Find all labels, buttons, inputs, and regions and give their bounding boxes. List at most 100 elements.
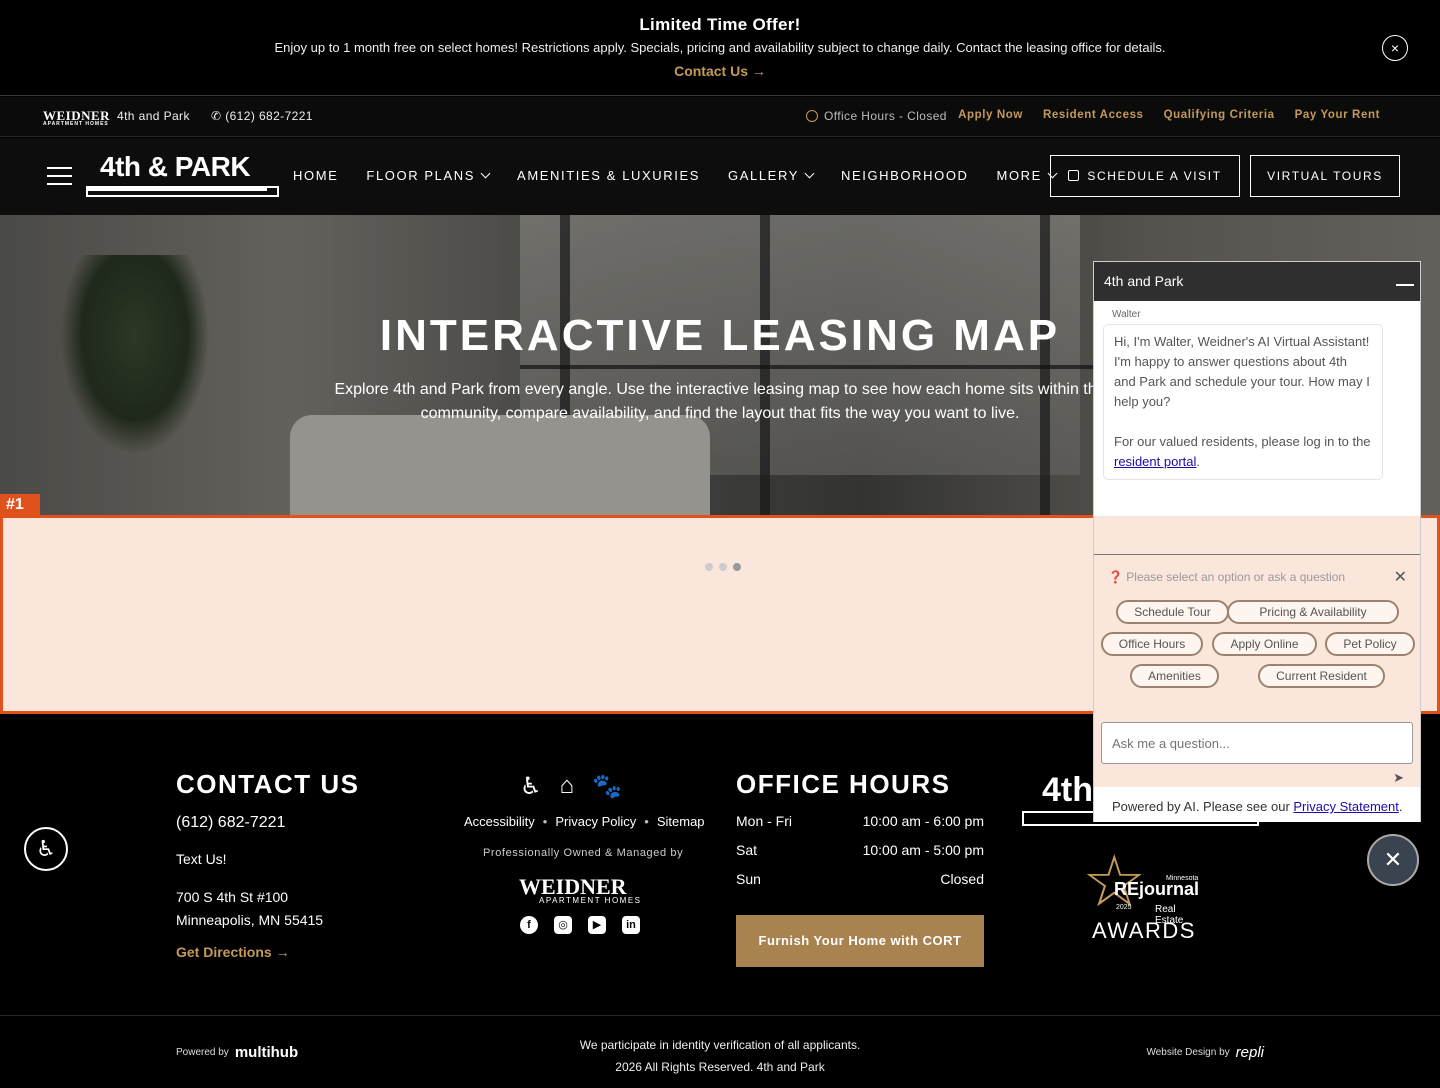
close-icon[interactable]: ✕ [1394,567,1407,587]
resident-access-link[interactable]: Resident Access [1043,109,1144,121]
chat-footer: Powered by AI. Please see our Privacy St… [1094,787,1420,822]
privacy-policy-link[interactable]: Privacy Policy [555,814,636,829]
hours-row: Mon - Fri 10:00 am - 6:00 pm [736,813,984,842]
chat-bubble: Hi, I'm Walter, Weidner's AI Virtual Ass… [1103,324,1383,480]
close-icon[interactable]: × [1382,35,1408,61]
nav-links: HOME FLOOR PLANS AMENITIES & LUXURIES GA… [293,168,1084,183]
office-hours-text: Office Hours - Closed [824,109,947,123]
property-name-link[interactable]: 4th and Park [117,109,190,123]
instagram-icon[interactable]: ◎ [554,916,572,934]
office-hours-table: Mon - Fri 10:00 am - 6:00 pm Sat 10:00 am … [736,813,984,900]
map-badge: #1 [0,494,40,516]
chat-sender: Walter [1112,309,1141,320]
rejournal-award-badge: ☆ Minnesota REjournal 2025 Real Estate A… [1082,842,1200,943]
option-office-hours[interactable]: Office Hours [1101,632,1203,656]
promo-text: Enjoy up to 1 month free on select homes… [274,40,1166,55]
managed-by-text: Professionally Owned & Managed by [483,847,684,859]
main-nav: 4th & PARK HOME FLOOR PLANS AMENITIES & … [0,138,1440,215]
phone-link[interactable]: ✆ (612) 682-7221 [211,109,313,123]
option-apply-online[interactable]: Apply Online [1212,632,1317,656]
option-schedule-tour[interactable]: Schedule Tour [1116,600,1229,624]
hero-description: Explore 4th and Park from every angle. U… [334,381,1106,422]
nav-more[interactable]: MORE [996,168,1058,183]
hours-day: Sun [736,871,761,887]
chat-close-icon[interactable]: ✕ [1367,834,1419,886]
weidner-logo[interactable]: WEIDNER APARTMENT HOMES [43,108,110,127]
utility-bar: WEIDNER APARTMENT HOMES 4th and Park ✆ (… [0,97,1440,137]
nav-home[interactable]: HOME [293,168,338,183]
brand-logo-bar [86,186,279,197]
office-hours-status: Office Hours - Closed [806,109,947,123]
accessibility-link[interactable]: Accessibility [464,814,535,829]
weidner-logo-sub: APARTMENT HOMES [43,121,109,127]
office-hours-heading: OFFICE HOURS [736,769,951,799]
weidner-footer-logo[interactable]: WEIDNER APARTMENT HOMES [519,874,642,905]
chat-prompt: ❓ Please select an option or ask a quest… [1108,570,1346,584]
promo-title: Limited Time Offer! [639,15,801,34]
apply-now-link[interactable]: Apply Now [958,109,1023,121]
cort-furnish-button[interactable]: Furnish Your Home with CORT [736,915,984,967]
phone-icon: ✆ [211,109,226,123]
hamburger-menu-icon[interactable] [47,167,72,186]
chevron-down-icon [480,168,491,179]
phone-number: (612) 682-7221 [225,109,313,123]
nav-floor-plans-label: FLOOR PLANS [366,168,476,183]
hours-day: Mon - Fri [736,813,792,829]
option-pricing-availability[interactable]: Pricing & Availability [1227,600,1399,624]
wheelchair-icon: ♿ [520,773,542,800]
linkedin-icon[interactable]: in [622,916,640,934]
footer-phone-link[interactable]: (612) 682-7221 [176,814,285,832]
nav-more-label: MORE [996,168,1042,183]
chat-title: 4th and Park [1104,273,1184,289]
resident-portal-link[interactable]: resident portal [1114,454,1196,469]
compliance-icons: ♿ ⌂ 🐾 [520,772,622,801]
pay-rent-link[interactable]: Pay Your Rent [1295,109,1380,121]
schedule-visit-button[interactable]: SCHEDULE A VISIT [1050,155,1240,197]
clock-icon [806,110,818,122]
hours-time: 10:00 am - 6:00 pm [862,813,984,829]
pet-paw-icon: 🐾 [592,773,622,800]
footer-links: Accessibility • Privacy Policy • Sitemap [464,814,705,829]
option-current-resident[interactable]: Current Resident [1258,664,1385,688]
nav-gallery-label: GALLERY [728,168,799,183]
send-icon[interactable]: ➤ [1393,770,1404,786]
nav-neighborhood[interactable]: NEIGHBORHOOD [841,168,969,183]
calendar-icon [1068,170,1080,181]
address: 700 S 4th St #100 Minneapolis, MN 55415 [176,886,323,932]
chat-header: 4th and Park [1094,262,1420,301]
nav-floor-plans[interactable]: FLOOR PLANS [366,168,491,183]
address-line-1: 700 S 4th St #100 [176,889,289,905]
nav-amenities[interactable]: AMENITIES & LUXURIES [517,168,700,183]
youtube-icon[interactable]: ▶ [588,916,606,934]
social-links: f ◎ ▶ in [520,916,640,934]
privacy-statement-link[interactable]: Privacy Statement [1293,799,1399,814]
get-directions-link[interactable]: Get Directions → [176,944,290,960]
help-icon: ❓ [1108,570,1127,584]
promo-contact-link[interactable]: Contact Us → [0,63,1440,79]
chat-messages: Walter Hi, I'm Walter, Weidner's AI Virt… [1094,301,1420,516]
chat-widget: 4th and Park Walter Hi, I'm Walter, Weid… [1093,261,1421,822]
website-design-by[interactable]: Website Design by repli [1146,1044,1264,1061]
hours-row: Sun Closed [736,871,984,900]
promo-banner: Limited Time Offer! Enjoy up to 1 month … [0,0,1440,96]
utility-links: Apply Now Resident Access Qualifying Cri… [958,109,1380,121]
loading-indicator [705,563,741,571]
minimize-icon[interactable] [1396,284,1414,286]
sitemap-link[interactable]: Sitemap [657,814,705,829]
facebook-icon[interactable]: f [520,916,538,934]
hours-row: Sat 10:00 am - 5:00 pm [736,842,984,871]
accessibility-icon[interactable]: ♿ [24,827,68,871]
schedule-visit-label: SCHEDULE A VISIT [1087,169,1222,183]
nav-gallery[interactable]: GALLERY [728,168,815,183]
option-pet-policy[interactable]: Pet Policy [1325,632,1415,656]
hours-time: 10:00 am - 5:00 pm [862,842,984,858]
brand-logo[interactable]: 4th & PARK [86,151,279,198]
address-line-2: Minneapolis, MN 55415 [176,912,324,928]
contact-heading: CONTACT US [176,769,360,799]
chat-input[interactable] [1101,722,1413,764]
virtual-tours-button[interactable]: VIRTUAL TOURS [1250,155,1400,197]
option-amenities[interactable]: Amenities [1130,664,1219,688]
qualifying-criteria-link[interactable]: Qualifying Criteria [1164,109,1275,121]
brand-logo-text: 4th & PARK [100,151,251,182]
text-us-link[interactable]: Text Us! [176,851,227,867]
